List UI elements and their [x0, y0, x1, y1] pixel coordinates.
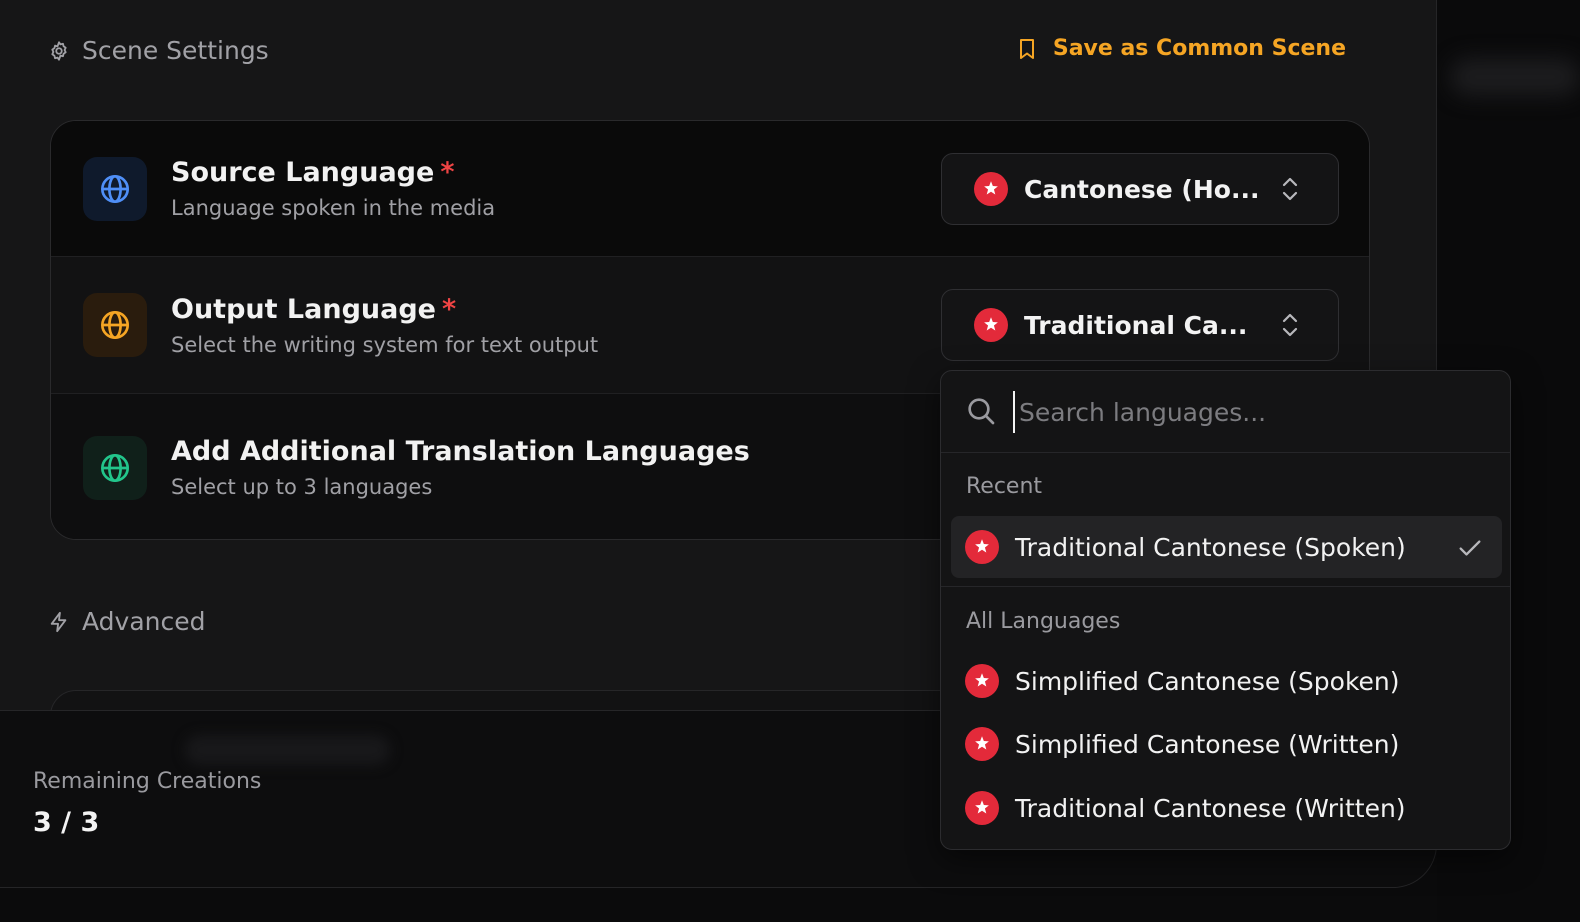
globe-icon	[101, 453, 129, 482]
all-languages-group-label: All Languages	[966, 609, 1121, 634]
remaining-creations-label: Remaining Creations	[33, 769, 262, 794]
output-language-icon-box	[83, 293, 147, 357]
required-mark: *	[440, 157, 455, 188]
globe-icon	[101, 311, 129, 339]
gear-icon	[51, 40, 67, 61]
output-language-title: Output Language *	[171, 294, 598, 325]
additional-languages-text: Add Additional Translation Languages Sel…	[171, 436, 750, 499]
language-search-input[interactable]	[1013, 391, 1473, 433]
lightning-icon	[50, 611, 67, 632]
blurred-element	[185, 735, 390, 765]
hong-kong-flag-icon	[965, 727, 999, 761]
chevron-up-down-icon	[1282, 177, 1298, 201]
option-label: Simplified Cantonese (Written)	[1015, 729, 1400, 759]
hong-kong-flag-icon	[965, 791, 999, 825]
blurred-background-element	[1450, 58, 1580, 96]
source-language-icon-box	[83, 156, 147, 221]
output-language-label: Output Language	[171, 293, 436, 325]
page-title: Scene Settings	[82, 36, 269, 65]
globe-icon	[101, 174, 129, 203]
chevron-up-down-icon	[1282, 313, 1298, 337]
output-language-value: Traditional Ca...	[1024, 310, 1248, 340]
hong-kong-flag-icon	[974, 308, 1008, 342]
advanced-title: Advanced	[82, 607, 206, 636]
save-label: Save as Common Scene	[1052, 36, 1346, 61]
hong-kong-flag-icon	[974, 172, 1008, 206]
option-label: Simplified Cantonese (Spoken)	[1015, 666, 1400, 696]
output-language-select[interactable]: Traditional Ca...	[941, 289, 1339, 361]
language-option-simplified-cantonese-written[interactable]: Simplified Cantonese (Written)	[951, 713, 1502, 775]
source-language-row: Source Language * Language spoken in the …	[51, 121, 1369, 257]
bookmark-icon	[1019, 38, 1034, 59]
additional-languages-title: Add Additional Translation Languages	[171, 436, 750, 467]
recent-group-label: Recent	[966, 474, 1043, 499]
output-language-text: Output Language * Select the writing syst…	[171, 294, 598, 357]
source-language-subtitle: Language spoken in the media	[171, 196, 496, 220]
save-as-common-scene-button[interactable]: Save as Common Scene	[1015, 36, 1346, 61]
language-dropdown: Recent Traditional Cantonese (Spoken) Al…	[940, 370, 1511, 850]
scene-settings-header: Scene Settings	[48, 36, 269, 65]
source-language-label: Source Language	[171, 157, 435, 188]
option-label: Traditional Cantonese (Spoken)	[1015, 532, 1406, 562]
additional-languages-icon-box	[83, 435, 147, 500]
language-option-simplified-cantonese-spoken[interactable]: Simplified Cantonese (Spoken)	[951, 650, 1502, 712]
additional-languages-subtitle: Select up to 3 languages	[171, 475, 433, 499]
output-language-subtitle: Select the writing system for text outpu…	[171, 332, 599, 357]
source-language-value: Cantonese (Ho...	[1024, 174, 1260, 204]
language-option-traditional-cantonese-written[interactable]: Traditional Cantonese (Written)	[951, 777, 1502, 839]
advanced-header[interactable]: Advanced	[48, 607, 206, 636]
option-label: Traditional Cantonese (Written)	[1015, 793, 1406, 823]
search-icon	[968, 398, 995, 425]
source-language-select[interactable]: Cantonese (Ho...	[941, 153, 1339, 225]
language-search-row	[941, 371, 1510, 453]
check-icon	[1459, 540, 1481, 556]
remaining-creations-value: 3 / 3	[33, 807, 100, 838]
required-mark: *	[442, 293, 457, 325]
source-language-text: Source Language * Language spoken in the …	[171, 157, 495, 220]
hong-kong-flag-icon	[965, 530, 999, 564]
hong-kong-flag-icon	[965, 664, 999, 698]
source-language-title: Source Language *	[171, 157, 495, 188]
dropdown-divider	[941, 586, 1510, 587]
language-option-traditional-cantonese-spoken[interactable]: Traditional Cantonese (Spoken)	[951, 516, 1502, 578]
